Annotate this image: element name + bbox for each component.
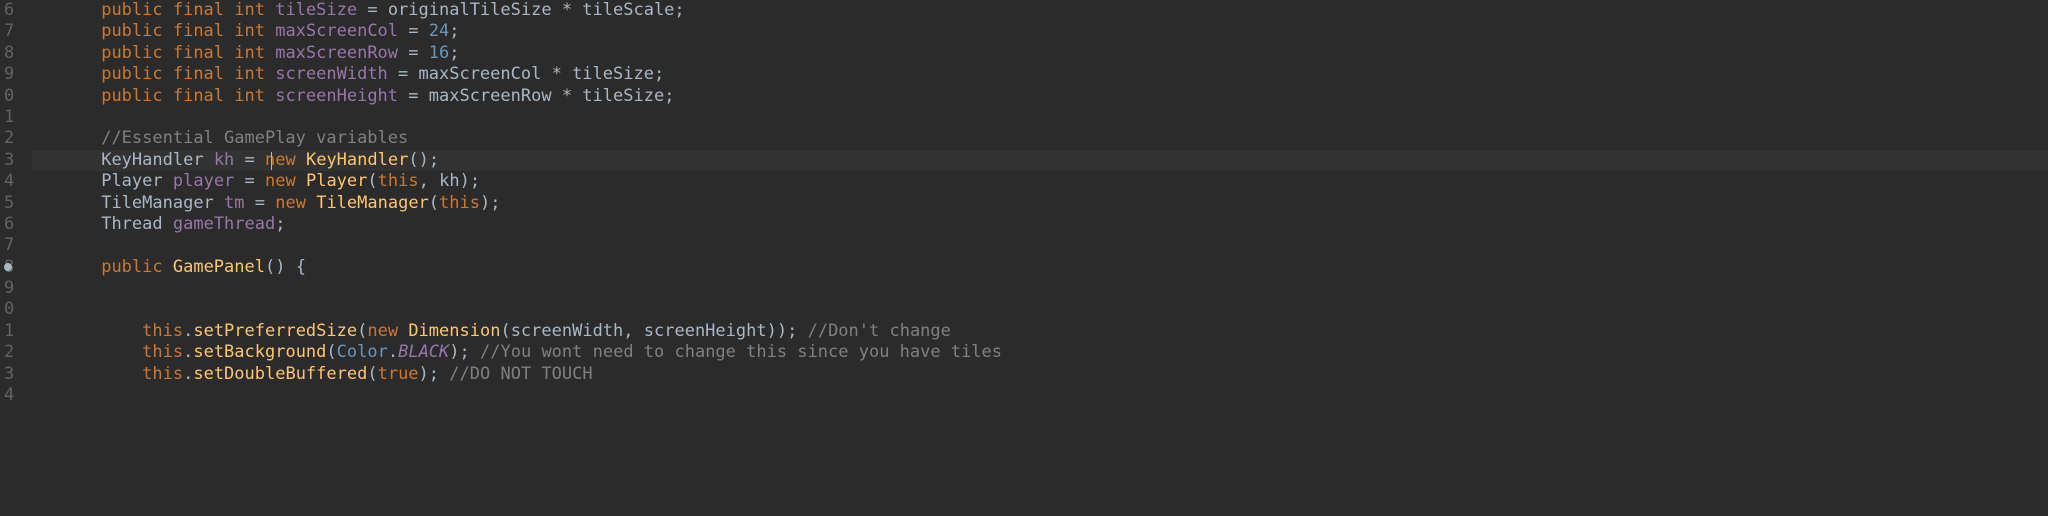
line-number: 4 — [4, 171, 14, 192]
code-line[interactable]: public final int screenWidth = maxScreen… — [32, 64, 2048, 85]
code-line[interactable]: public final int maxScreenRow = 16; — [32, 43, 2048, 64]
code-line[interactable]: this.setPreferredSize(new Dimension(scre… — [32, 321, 2048, 342]
line-number: 6 — [4, 214, 14, 235]
line-number: 0 — [4, 299, 14, 320]
code-line[interactable]: //Essential GamePlay variables — [32, 128, 2048, 149]
line-number: 3 — [4, 364, 14, 385]
code-line[interactable] — [32, 235, 2048, 256]
code-line[interactable] — [32, 278, 2048, 299]
code-line[interactable] — [32, 299, 2048, 320]
code-line-active[interactable]: KeyHandler kh = new KeyHandler(); — [32, 150, 2048, 171]
gutter: 6 7 8 9 0 1 2 3 4 5 6 7 8 9 0 1 2 3 4 — [0, 0, 32, 516]
line-number: 7 — [4, 21, 14, 42]
line-number: 5 — [4, 193, 14, 214]
line-number: 4 — [4, 385, 14, 406]
text-caret — [271, 152, 272, 170]
line-number: 7 — [4, 235, 14, 256]
code-line[interactable]: public final int screenHeight = maxScree… — [32, 86, 2048, 107]
code-line[interactable] — [32, 107, 2048, 128]
code-line[interactable]: Thread gameThread; — [32, 214, 2048, 235]
code-line[interactable] — [32, 385, 2048, 406]
line-number: 9 — [4, 278, 14, 299]
code-editor[interactable]: 6 7 8 9 0 1 2 3 4 5 6 7 8 9 0 1 2 3 4 pu… — [0, 0, 2048, 516]
line-number: 1 — [4, 321, 14, 342]
line-number: 2 — [4, 128, 14, 149]
code-line[interactable]: public GamePanel() { — [32, 257, 2048, 278]
line-number: 9 — [4, 64, 14, 85]
code-line[interactable]: public final int maxScreenCol = 24; — [32, 21, 2048, 42]
line-number: 3 — [4, 150, 14, 171]
line-number: 1 — [4, 107, 14, 128]
code-line[interactable]: this.setDoubleBuffered(true); //DO NOT T… — [32, 364, 2048, 385]
code-line[interactable]: TileManager tm = new TileManager(this); — [32, 193, 2048, 214]
code-line[interactable]: public final int tileSize = originalTile… — [32, 0, 2048, 21]
code-area[interactable]: public final int tileSize = originalTile… — [32, 0, 2048, 516]
gutter-collapse-icon[interactable] — [4, 263, 12, 271]
line-number: 6 — [4, 0, 14, 21]
line-number: 0 — [4, 86, 14, 107]
code-line[interactable]: this.setBackground(Color.BLACK); //You w… — [32, 342, 2048, 363]
code-line[interactable]: Player player = new Player(this, kh); — [32, 171, 2048, 192]
line-number: 2 — [4, 342, 14, 363]
line-number: 8 — [4, 43, 14, 64]
line-number: 8 — [4, 257, 14, 278]
